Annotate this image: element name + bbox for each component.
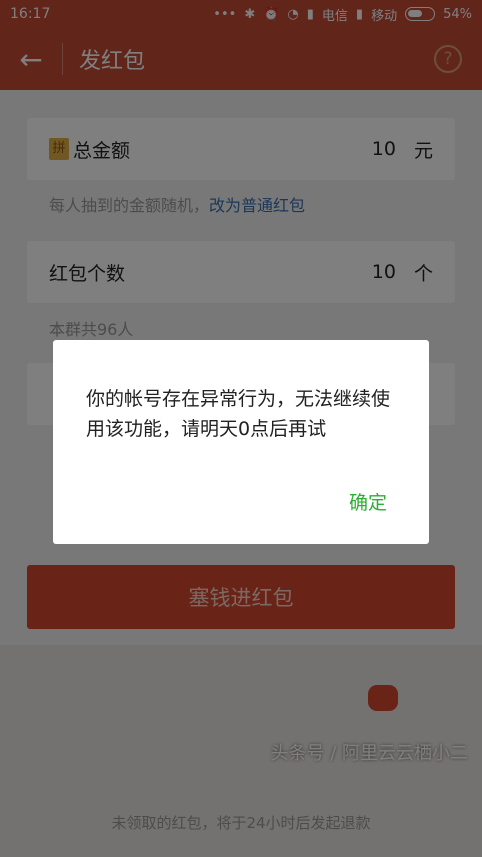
confirm-button[interactable]: 确定 xyxy=(349,488,387,515)
dialog-message: 你的帐号存在异常行为，无法继续使用该功能，请明天0点后再试 xyxy=(86,388,391,440)
error-dialog: 你的帐号存在异常行为，无法继续使用该功能，请明天0点后再试 确定 xyxy=(53,340,429,544)
